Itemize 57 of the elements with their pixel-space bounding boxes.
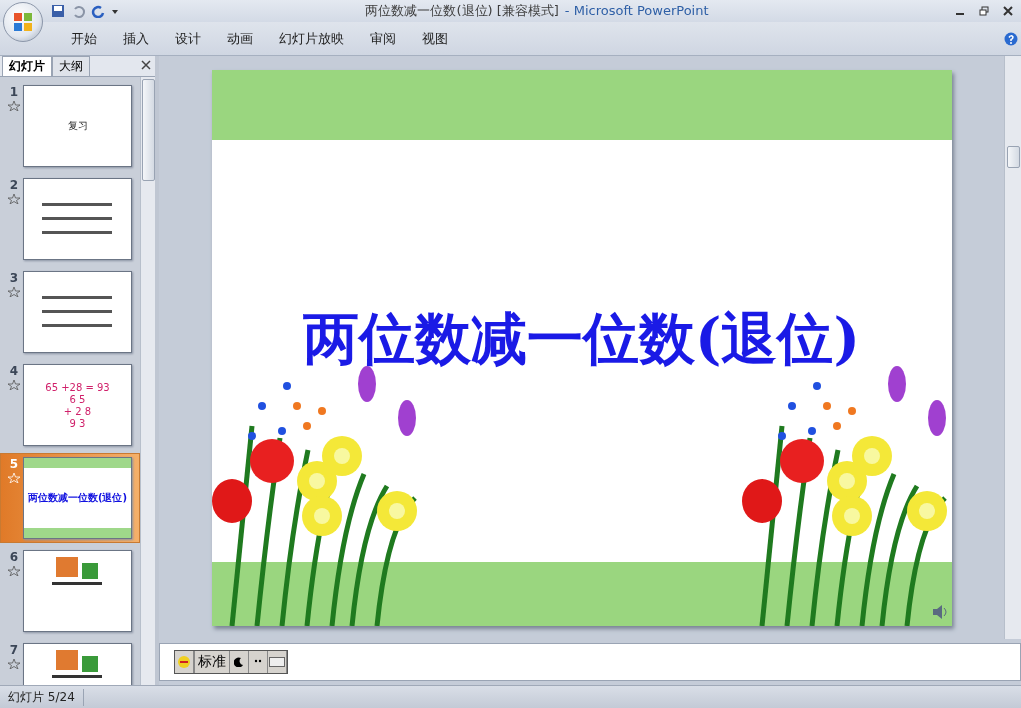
thumbnail-picture-drawing [52,557,102,585]
thumbnail-picture-drawing [52,650,102,678]
dropdown-icon[interactable] [111,7,119,15]
help-icon[interactable] [1004,31,1018,46]
slide-number: 5 [9,457,19,471]
ime-logo-icon[interactable] [175,651,194,673]
thumbnail-title: 两位数减一位数(退位) [27,491,128,505]
slide-number: 2 [9,178,19,192]
keyboard-icon[interactable] [268,651,287,673]
slide-number: 3 [9,271,19,285]
animation-star-icon [8,473,20,483]
thumbnail-text: 65 +28 = 93 [45,381,110,393]
redo-icon[interactable] [91,4,105,18]
slide-counter: 幻灯片 5/24 [0,688,84,706]
slide-thumbnail-item[interactable]: 2 [0,174,140,264]
thumbnail-text: 6 5 [69,393,86,405]
ribbon-tab[interactable]: 设计 [162,29,214,48]
ime-mode-button[interactable]: 标准 [194,651,230,673]
slide-number: 7 [9,643,19,657]
animation-star-icon [8,194,20,204]
ribbon-tab[interactable]: 幻灯片放映 [266,29,357,48]
notes-field[interactable]: 标准 [159,643,1021,681]
slide-thumbnail-item[interactable]: 3 [0,267,140,357]
slide-thumbnail-item[interactable]: 6 [0,546,140,636]
slide-thumbnail-item[interactable]: 4 65 +28 = 93 6 5 + 2 8 9 3 [0,360,140,450]
ribbon-tab[interactable]: 审阅 [357,29,409,48]
scrollbar[interactable] [1004,56,1021,639]
slide-number: 4 [9,364,19,378]
thumbnail-text: + 2 8 [63,405,92,417]
animation-star-icon [8,380,20,390]
close-icon[interactable] [1003,6,1013,16]
slide-number: 6 [9,550,19,564]
restore-icon[interactable] [979,6,989,16]
slide-number: 1 [9,85,19,99]
thumbnail-text: 复习 [67,119,88,133]
panel-tab[interactable]: 幻灯片 [2,56,52,76]
animation-star-icon [8,566,20,576]
scrollbar[interactable] [140,77,155,685]
panel-tab[interactable]: 大纲 [52,56,90,76]
ribbon-tab[interactable]: 动画 [214,29,266,48]
animation-star-icon [8,287,20,297]
animation-star-icon [8,101,20,111]
save-icon[interactable] [51,4,65,18]
ime-toolbar[interactable]: 标准 [174,650,288,674]
slide-thumbnail-item[interactable]: 1 复习 [0,81,140,171]
thumbnail-text: 9 3 [69,417,86,429]
slide-thumbnail-item[interactable]: 7 [0,639,140,685]
ribbon-tab[interactable]: 视图 [409,29,461,48]
window-title: 两位数减一位数(退位) [兼容模式] - Microsoft PowerPoint [364,2,710,20]
ribbon-tab[interactable]: 开始 [58,29,110,48]
ribbon-tab[interactable]: 插入 [110,29,162,48]
office-button[interactable] [3,2,43,42]
slide-thumbnail-item[interactable]: 5 两位数减一位数(退位) [0,453,140,543]
slide-title: 两位数减一位数(退位) [302,303,861,373]
speaker-icon[interactable] [931,603,950,620]
animation-star-icon [8,659,20,669]
office-logo-icon [13,12,33,32]
